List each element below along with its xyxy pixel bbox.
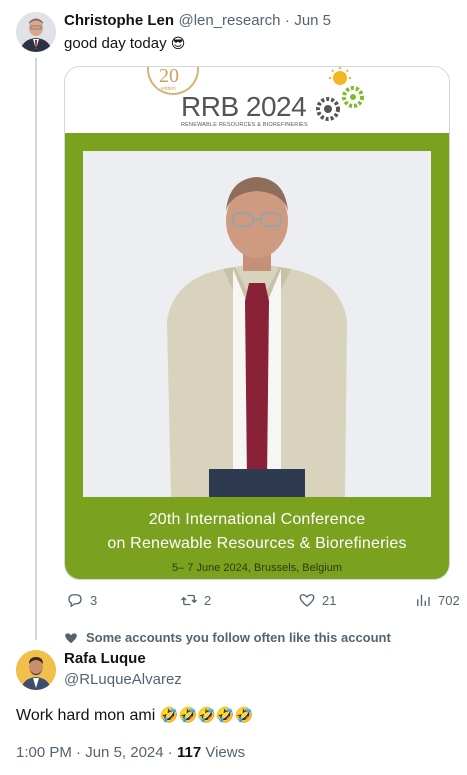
- repost-button[interactable]: 2: [180, 591, 211, 609]
- edition-number: 20: [159, 66, 179, 87]
- tweet2-separator: ·: [76, 744, 82, 761]
- analytics-icon: [417, 594, 430, 606]
- person-avatar-icon: [16, 12, 56, 52]
- heart-icon: [299, 594, 315, 607]
- repost-icon: [181, 594, 197, 606]
- reply-button[interactable]: 3: [66, 591, 97, 609]
- views-count: 702: [438, 592, 460, 608]
- tweet2-date[interactable]: Jun 5, 2024: [85, 744, 163, 761]
- tweet2-dot: ·: [167, 744, 173, 761]
- tweet1-media-card[interactable]: 20 edition RRB 2024 RENEWABLE RESOURCES …: [64, 66, 450, 580]
- conference-date-line: 5– 7 June 2024, Brussels, Belgium: [172, 562, 342, 574]
- conference-photo: [83, 151, 431, 497]
- heart-filled-icon: [65, 632, 77, 643]
- like-count: 21: [322, 592, 337, 608]
- views-button[interactable]: 702: [414, 591, 460, 609]
- tweet1-date[interactable]: Jun 5: [294, 12, 331, 29]
- tweet2-views-label: Views: [205, 744, 246, 761]
- tweet2-meta: 1:00 PM · Jun 5, 2024 · 117 Views: [16, 744, 245, 761]
- tweet1-author-name[interactable]: Christophe Len: [64, 12, 174, 29]
- rrb-title: RRB 2024: [181, 91, 307, 122]
- conference-title-line1: 20th International Conference: [148, 511, 366, 528]
- laughing-emojis: 🤣🤣🤣🤣🤣: [159, 707, 254, 724]
- tweet2-text: Work hard mon ami: [16, 707, 156, 724]
- sunglasses-emoji: 😎: [170, 35, 186, 51]
- tweet2-text-row: Work hard mon ami 🤣🤣🤣🤣🤣: [16, 706, 253, 725]
- tweet1-text-row: good day today 😎: [64, 35, 185, 52]
- thread-connector-line: [35, 58, 37, 640]
- rafa-avatar[interactable]: [16, 650, 56, 690]
- tweet1-header: Christophe Len @len_research · Jun 5: [64, 12, 331, 30]
- repost-count: 2: [204, 592, 212, 608]
- tweet1-text: good day today: [64, 35, 167, 52]
- social-context-text: Some accounts you follow often like this…: [86, 630, 391, 645]
- man-in-suit-image: [83, 151, 431, 497]
- gears-sun-icon: [316, 67, 364, 121]
- edition-label: edition: [161, 86, 176, 92]
- reply-count: 3: [90, 592, 98, 608]
- tweet2-handle[interactable]: @RLuqueAlvarez: [64, 671, 182, 688]
- reply-icon: [68, 594, 82, 608]
- conference-title-line2: on Renewable Resources & Biorefineries: [107, 535, 407, 552]
- tweet1-separator: ·: [284, 12, 290, 29]
- social-context: Some accounts you follow often like this…: [64, 630, 391, 645]
- person-avatar-icon: [16, 650, 56, 690]
- conference-green-panel: 20th International Conference on Renewab…: [65, 133, 449, 579]
- tweet2-views-count: 117: [176, 744, 202, 761]
- rrb-subtitle: RENEWABLE RESOURCES & BIOREFINERIES: [181, 122, 308, 128]
- rrb-banner: 20 edition RRB 2024 RENEWABLE RESOURCES …: [65, 67, 449, 133]
- tweet2-author-name[interactable]: Rafa Luque: [64, 650, 146, 667]
- tweet2-time[interactable]: 1:00 PM: [16, 744, 72, 761]
- tweet1-handle[interactable]: @len_research: [178, 12, 280, 29]
- like-button[interactable]: 21: [298, 591, 336, 609]
- christophe-avatar[interactable]: [16, 12, 56, 52]
